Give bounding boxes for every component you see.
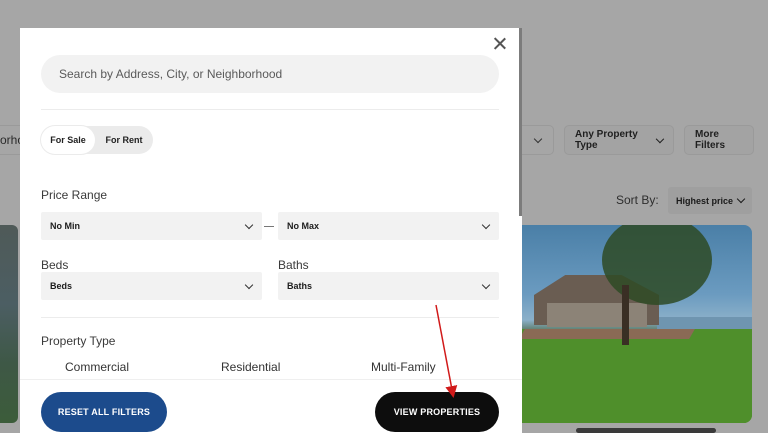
beds-value: Beds: [50, 281, 73, 291]
bg-property-type-label: Any Property Type: [575, 129, 638, 151]
bg-more-filters-label: More Filters: [695, 129, 726, 151]
close-icon[interactable]: [493, 37, 507, 51]
modal-scrollbar[interactable]: [519, 28, 522, 216]
sort-select[interactable]: Highest price: [668, 187, 752, 214]
baths-select[interactable]: Baths: [278, 272, 499, 300]
chevron-down-icon: [244, 220, 254, 229]
price-max-select[interactable]: No Max: [278, 212, 499, 240]
photo-tree-trunk: [622, 285, 629, 345]
photo-path: [522, 329, 695, 339]
bg-horizontal-scrollbar[interactable]: [576, 428, 716, 433]
chevron-down-icon: [656, 134, 665, 143]
price-range-separator: [264, 226, 274, 227]
toggle-for-rent[interactable]: For Rent: [95, 126, 153, 154]
search-input[interactable]: [41, 55, 499, 93]
photo-lawn: [522, 329, 752, 423]
property-type-residential[interactable]: Residential: [221, 360, 280, 374]
modal-footer: RESET ALL FILTERS VIEW PROPERTIES: [20, 379, 522, 433]
divider: [41, 109, 499, 110]
chevron-down-icon: [481, 220, 491, 229]
listing-photo-left[interactable]: [0, 225, 18, 423]
price-max-value: No Max: [287, 221, 320, 231]
filter-modal: For Sale For Rent Price Range No Min No …: [20, 28, 522, 433]
chevron-down-icon: [481, 280, 491, 289]
toggle-for-sale[interactable]: For Sale: [41, 126, 95, 154]
property-type-label: Property Type: [41, 334, 116, 348]
chevron-down-icon: [244, 280, 254, 289]
bg-more-filters-button[interactable]: More Filters: [684, 125, 754, 155]
sort-label: Sort By:: [616, 193, 659, 207]
bg-filter-dropdown[interactable]: [522, 125, 554, 155]
baths-label: Baths: [278, 258, 309, 272]
property-type-commercial[interactable]: Commercial: [65, 360, 129, 374]
beds-label: Beds: [41, 258, 69, 272]
price-range-label: Price Range: [41, 188, 108, 202]
beds-select[interactable]: Beds: [41, 272, 262, 300]
property-type-multi-family[interactable]: Multi-Family: [371, 360, 436, 374]
sale-rent-toggle: For Sale For Rent: [41, 126, 153, 154]
listing-photo-house[interactable]: [522, 225, 752, 423]
photo-house-wall: [547, 303, 647, 327]
chevron-down-icon: [533, 134, 542, 143]
photo-lake: [657, 317, 752, 329]
bg-property-type-filter[interactable]: Any Property Type: [564, 125, 674, 155]
baths-value: Baths: [287, 281, 313, 291]
price-min-value: No Min: [50, 221, 80, 231]
reset-all-filters-button[interactable]: RESET ALL FILTERS: [41, 392, 167, 432]
sort-select-value: Highest price: [676, 195, 734, 206]
price-min-select[interactable]: No Min: [41, 212, 262, 240]
divider: [41, 317, 499, 318]
chevron-down-icon: [736, 194, 746, 204]
view-properties-button[interactable]: VIEW PROPERTIES: [375, 392, 499, 432]
